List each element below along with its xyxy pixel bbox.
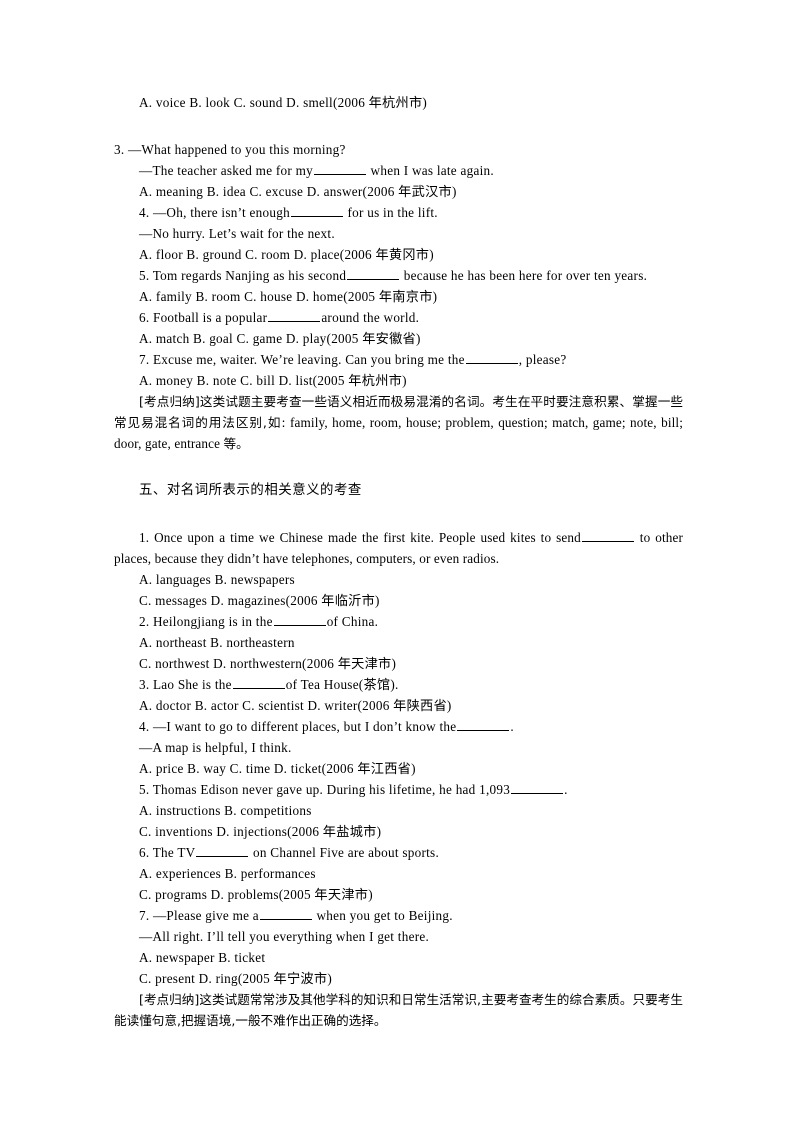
- question-4-stem: 4. —Oh, there isn’t enough for us in the…: [114, 202, 683, 223]
- question-3-options: A. meaning B. idea C. excuse D. answer(2…: [139, 184, 457, 199]
- s5-question-7-options-ab: A. newspaper B. ticket: [139, 950, 266, 965]
- s5-question-3-pre: 3. Lao She is the: [139, 677, 232, 692]
- s5-question-7-pre: 7. —Please give me a: [139, 908, 259, 923]
- question-7-stem-post: , please?: [518, 352, 567, 367]
- s5-question-5-options-ab: A. instructions B. competitions: [139, 803, 312, 818]
- fill-blank: [465, 352, 518, 364]
- exam-point-label: [考点归纳]: [139, 992, 200, 1007]
- s5-question-5-post: .: [564, 782, 568, 797]
- s5-question-7-stem: 7. —Please give me a when you get to Bei…: [114, 905, 683, 926]
- question-7-options: A. money B. note C. bill D. list(2005 年杭…: [139, 373, 407, 388]
- question-6-stem-post: around the world.: [321, 310, 420, 325]
- s5-question-5-stem: 5. Thomas Edison never gave up. During h…: [114, 779, 683, 800]
- s5-question-4-options: A. price B. way C. time D. ticket(2006 年…: [139, 761, 416, 776]
- question-4-options: A. floor B. ground C. room D. place(2006…: [139, 247, 434, 262]
- fill-blank: [511, 782, 564, 794]
- question-6-options: A. match B. goal C. game D. play(2005 年安…: [139, 331, 421, 346]
- s5-question-3-post: of Tea House(茶馆).: [285, 677, 399, 692]
- s5-question-3-stem: 3. Lao She is the of Tea House(茶馆).: [114, 674, 683, 695]
- s5-question-1-options-ab: A. languages B. newspapers: [139, 572, 295, 587]
- question-5-stem-pre: 5. Tom regards Nanjing as his second: [139, 268, 347, 283]
- s5-question-1-options-cd: C. messages D. magazines(2006 年临沂市): [139, 593, 380, 608]
- s5-question-4-pre: 4. —I want to go to different places, bu…: [139, 719, 457, 734]
- question-3-reply-post: when I was late again.: [367, 163, 494, 178]
- question-3-reply-pre: —The teacher asked me for my: [139, 163, 313, 178]
- s5-question-5-pre: 5. Thomas Edison never gave up. During h…: [139, 782, 511, 797]
- s5-question-6-pre: 6. The TV: [139, 845, 196, 860]
- s5-question-3-options: A. doctor B. actor C. scientist D. write…: [139, 698, 452, 713]
- s5-question-4-reply: —A map is helpful, I think.: [139, 740, 292, 755]
- question-7-stem-pre: 7. Excuse me, waiter. We’re leaving. Can…: [139, 352, 465, 367]
- question-5-stem-post: because he has been here for over ten ye…: [400, 268, 648, 283]
- s5-question-1: 1. Once upon a time we Chinese made the …: [114, 527, 683, 569]
- fill-blank: [314, 163, 366, 175]
- question-3-reply: —The teacher asked me for my when I was …: [114, 160, 683, 181]
- fill-blank: [268, 310, 321, 322]
- question-4-reply: —No hurry. Let’s wait for the next.: [139, 226, 335, 241]
- s5-question-6-post: on Channel Five are about sports.: [249, 845, 440, 860]
- question-6-stem-pre: 6. Football is a popular: [139, 310, 268, 325]
- s5-question-2-options-ab: A. northeast B. northeastern: [139, 635, 295, 650]
- s5-question-5-options-cd: C. inventions D. injections(2006 年盐城市): [139, 824, 382, 839]
- question-4-stem-pre: 4. —Oh, there isn’t enough: [139, 205, 290, 220]
- s5-question-2-options-cd: C. northwest D. northwestern(2006 年天津市): [139, 656, 397, 671]
- s5-question-6-options-cd: C. programs D. problems(2005 年天津市): [139, 887, 373, 902]
- fill-blank: [347, 268, 400, 280]
- s5-question-2-post: of China.: [326, 614, 379, 629]
- question-5-stem: 5. Tom regards Nanjing as his second bec…: [114, 265, 683, 286]
- question-3-stem: 3. —What happened to you this morning?: [114, 142, 346, 157]
- fill-blank: [196, 845, 249, 857]
- fill-blank: [581, 530, 634, 542]
- question-7-stem: 7. Excuse me, waiter. We’re leaving. Can…: [114, 349, 683, 370]
- text-column: A. voice B. look C. sound D. smell(2006 …: [114, 92, 683, 1031]
- fill-blank: [232, 677, 285, 689]
- s5-question-7-reply: —All right. I’ll tell you everything whe…: [139, 929, 430, 944]
- s5-question-4-stem: 4. —I want to go to different places, bu…: [114, 716, 683, 737]
- question-4-stem-post: for us in the lift.: [343, 205, 438, 220]
- exam-point-note-cn-2: 等。: [223, 436, 249, 451]
- s5-question-7-options-cd: C. present D. ring(2005 年宁波市): [139, 971, 332, 986]
- s5-question-2-stem: 2. Heilongjiang is in the of China.: [114, 611, 683, 632]
- s5-question-1-pre: 1. Once upon a time we Chinese made the …: [139, 530, 581, 545]
- previous-question-options: A. voice B. look C. sound D. smell(2006 …: [139, 95, 428, 110]
- s5-question-4-post: .: [510, 719, 514, 734]
- s5-question-7-post: when you get to Beijing.: [312, 908, 453, 923]
- fill-blank: [259, 908, 312, 920]
- document-page: A. voice B. look C. sound D. smell(2006 …: [0, 0, 794, 1123]
- section-heading-five: 五、对名词所表示的相关意义的考查: [139, 483, 362, 498]
- question-6-stem: 6. Football is a popular around the world…: [114, 307, 683, 328]
- exam-point-note-1: [考点归纳]这类试题主要考查一些语义相近而极易混淆的名词。考生在平时要注意积累、…: [114, 391, 683, 454]
- fill-blank: [290, 205, 343, 217]
- s5-question-6-stem: 6. The TV on Channel Five are about spor…: [114, 842, 683, 863]
- exam-point-note-text: 这类试题常常涉及其他学科的知识和日常生活常识,主要考查考生的综合素质。只要考生能…: [114, 992, 683, 1028]
- fill-blank: [273, 614, 326, 626]
- fill-blank: [457, 719, 510, 731]
- s5-question-2-pre: 2. Heilongjiang is in the: [139, 614, 273, 629]
- exam-point-label: [考点归纳]: [139, 394, 200, 409]
- exam-point-note-2: [考点归纳]这类试题常常涉及其他学科的知识和日常生活常识,主要考查考生的综合素质…: [114, 989, 683, 1031]
- question-5-options: A. family B. room C. house D. home(2005 …: [139, 289, 438, 304]
- s5-question-6-options-ab: A. experiences B. performances: [139, 866, 316, 881]
